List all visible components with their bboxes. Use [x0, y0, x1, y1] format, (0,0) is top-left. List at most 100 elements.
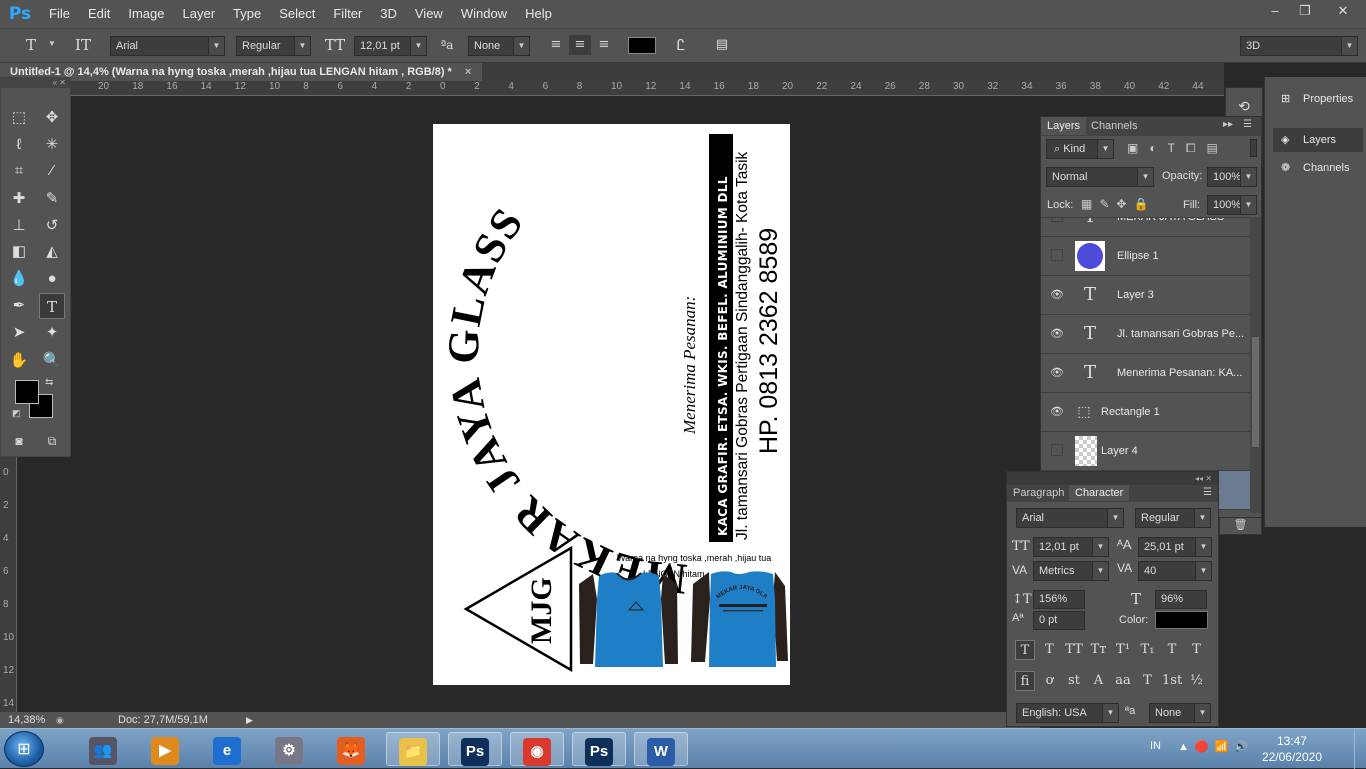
file-explorer-icon[interactable]: 📁 [386, 732, 440, 766]
internet-explorer-icon[interactable]: e [200, 732, 254, 766]
type-style-button[interactable]: T [1162, 640, 1182, 660]
firefox-icon[interactable]: 🦊 [324, 732, 378, 766]
history-icon[interactable]: ⟲ [1226, 98, 1262, 115]
type-tool-preset-icon[interactable]: T [20, 35, 42, 55]
align-left-icon[interactable]: ≡ [545, 35, 567, 55]
dock-properties[interactable]: ⊞ Properties [1273, 87, 1363, 111]
minimize-button[interactable]: ‒ [1260, 0, 1290, 22]
dock-layers[interactable]: ◈ Layers [1273, 128, 1363, 152]
font-family-select[interactable]: Arial ▼ [110, 36, 225, 56]
photoshop-window-icon[interactable]: Ps [572, 732, 626, 766]
dodge-tool-icon[interactable]: ● [39, 266, 65, 292]
warp-text-icon[interactable]: Ꮭ [670, 35, 692, 55]
type-style-button[interactable]: T [1040, 640, 1060, 660]
custom-shape-tool-icon[interactable]: ✦ [39, 320, 65, 346]
start-button[interactable]: ⊞ [4, 731, 44, 767]
char-vscale-field[interactable]: 156% [1033, 590, 1085, 609]
status-menu-arrow-icon[interactable]: ▶ [246, 712, 253, 728]
eyedropper-tool-icon[interactable]: ⁄ [39, 158, 65, 184]
menu-type[interactable]: Type [224, 0, 270, 28]
panel-menu-icon[interactable]: ☰ [1243, 119, 1252, 130]
char-kerning-select[interactable]: Metrics ▼ [1033, 561, 1109, 581]
move-tool-icon[interactable]: ✥ [39, 105, 65, 131]
blend-mode-select[interactable]: Normal ▼ [1046, 167, 1154, 187]
tray-icons[interactable]: ▲🛑📶🔊 [1178, 740, 1254, 753]
char-hscale-field[interactable]: 96% [1155, 590, 1207, 609]
swap-colors-icon[interactable]: ⇆ [45, 377, 53, 388]
opentype-style-button[interactable]: A [1089, 671, 1109, 691]
tab-paragraph[interactable]: Paragraph [1013, 487, 1064, 499]
layer-filter-select[interactable]: ⌕ Kind ▼ [1046, 139, 1114, 159]
layer-row[interactable]: 👁 T Layer 3 [1041, 276, 1250, 315]
eye-icon[interactable]: 👁 [1049, 327, 1065, 341]
opentype-style-button[interactable]: ơ [1040, 671, 1060, 691]
char-color-swatch[interactable] [1155, 611, 1208, 629]
char-antialias-select[interactable]: None ▼ [1149, 703, 1211, 723]
tools-collapse-icon[interactable]: « ✕ [1, 78, 70, 88]
eye-icon[interactable]: 👁 [1049, 288, 1065, 302]
input-language[interactable]: IN [1150, 740, 1161, 752]
layer-row[interactable]: Ellipse 1 [1041, 237, 1250, 276]
restore-button[interactable]: ❐ [1290, 0, 1320, 22]
menu-window[interactable]: Window [452, 0, 516, 28]
character-menu-icon[interactable]: ☰ [1203, 487, 1212, 498]
opentype-style-button[interactable]: 1st [1162, 671, 1182, 691]
filter-toggle[interactable] [1250, 139, 1257, 157]
fill-field[interactable]: 100% ▼ [1207, 195, 1257, 215]
type-style-button[interactable]: Tт [1089, 640, 1109, 660]
zoom-tool-icon[interactable]: 🔍 [39, 348, 65, 374]
layer-row[interactable]: 👁 T Menerima Pesanan: KA... [1041, 354, 1250, 393]
chrome-icon[interactable]: ◉ [510, 732, 564, 766]
align-center-icon[interactable]: ≡ [569, 35, 591, 55]
tab-character[interactable]: Character [1069, 485, 1130, 501]
layer-row[interactable]: 👁 ⬚ Rectangle 1 [1041, 393, 1250, 432]
character-panel-header[interactable]: ◂◂ ✕ [1007, 472, 1218, 485]
panel-collapse-icon[interactable]: ▸▸ [1223, 119, 1233, 130]
type-style-button[interactable]: TT [1064, 640, 1084, 660]
layer-row[interactable]: Layer 4 [1041, 432, 1250, 471]
close-tab-icon[interactable]: × [465, 66, 471, 78]
menu-file[interactable]: File [40, 0, 79, 28]
layers-scrollbar[interactable] [1250, 217, 1261, 513]
text-color-swatch[interactable] [628, 37, 656, 54]
opentype-style-button[interactable]: aa [1113, 671, 1133, 691]
menu-3d[interactable]: 3D [371, 0, 406, 28]
settings-app-icon[interactable]: ⚙ [262, 732, 316, 766]
char-baseline-field[interactable]: 0 pt [1033, 611, 1085, 630]
opentype-style-button[interactable]: T [1138, 671, 1158, 691]
media-player-icon[interactable]: ▶ [138, 732, 192, 766]
character-panel-icon[interactable]: ▤ [711, 35, 733, 55]
menu-layer[interactable]: Layer [174, 0, 225, 28]
menu-help[interactable]: Help [516, 0, 561, 28]
zoom-level[interactable]: 14,38% [8, 712, 45, 728]
toggle-text-orientation-icon[interactable]: IT [72, 35, 94, 55]
type-style-button[interactable]: T [1187, 640, 1207, 660]
status-info-icon[interactable]: ◉ [56, 712, 64, 728]
type-style-button[interactable]: T [1015, 640, 1035, 660]
menu-select[interactable]: Select [270, 0, 324, 28]
close-window-button[interactable]: ✕ [1322, 0, 1364, 22]
document-canvas[interactable]: MEKAR JAYA GLASS Menerima Pesanan: KACA … [433, 124, 790, 685]
char-font-style-select[interactable]: Regular ▼ [1135, 508, 1211, 528]
delete-layer-icon[interactable]: 🗑 [1219, 517, 1262, 535]
align-right-icon[interactable]: ≡ [593, 35, 615, 55]
eraser-tool-icon[interactable]: ◧ [6, 239, 32, 265]
font-style-select[interactable]: Regular ▼ [236, 36, 311, 56]
marquee-tool-icon[interactable]: ⬚ [6, 105, 32, 131]
antialias-select[interactable]: None ▼ [468, 36, 530, 56]
dock-channels[interactable]: ❁ Channels [1273, 156, 1363, 180]
opentype-style-button[interactable]: st [1064, 671, 1084, 691]
type-tool-icon[interactable]: T [39, 293, 65, 319]
char-leading-field[interactable]: 25,01 pt ▼ [1138, 537, 1212, 557]
history-brush-tool-icon[interactable]: ↺ [39, 213, 65, 239]
tab-channels[interactable]: Channels [1091, 120, 1137, 132]
menu-view[interactable]: View [406, 0, 452, 28]
char-font-family-select[interactable]: Arial ▼ [1016, 508, 1124, 528]
healing-brush-tool-icon[interactable]: ✚ [6, 186, 32, 212]
show-desktop-button[interactable] [1354, 729, 1366, 769]
menu-image[interactable]: Image [119, 0, 173, 28]
workspace-select[interactable]: 3D ▼ [1240, 36, 1358, 56]
visibility-box-icon[interactable] [1051, 444, 1063, 456]
crop-tool-icon[interactable]: ⌗ [6, 158, 32, 184]
font-size-select[interactable]: 12,01 pt ▼ [354, 36, 427, 56]
